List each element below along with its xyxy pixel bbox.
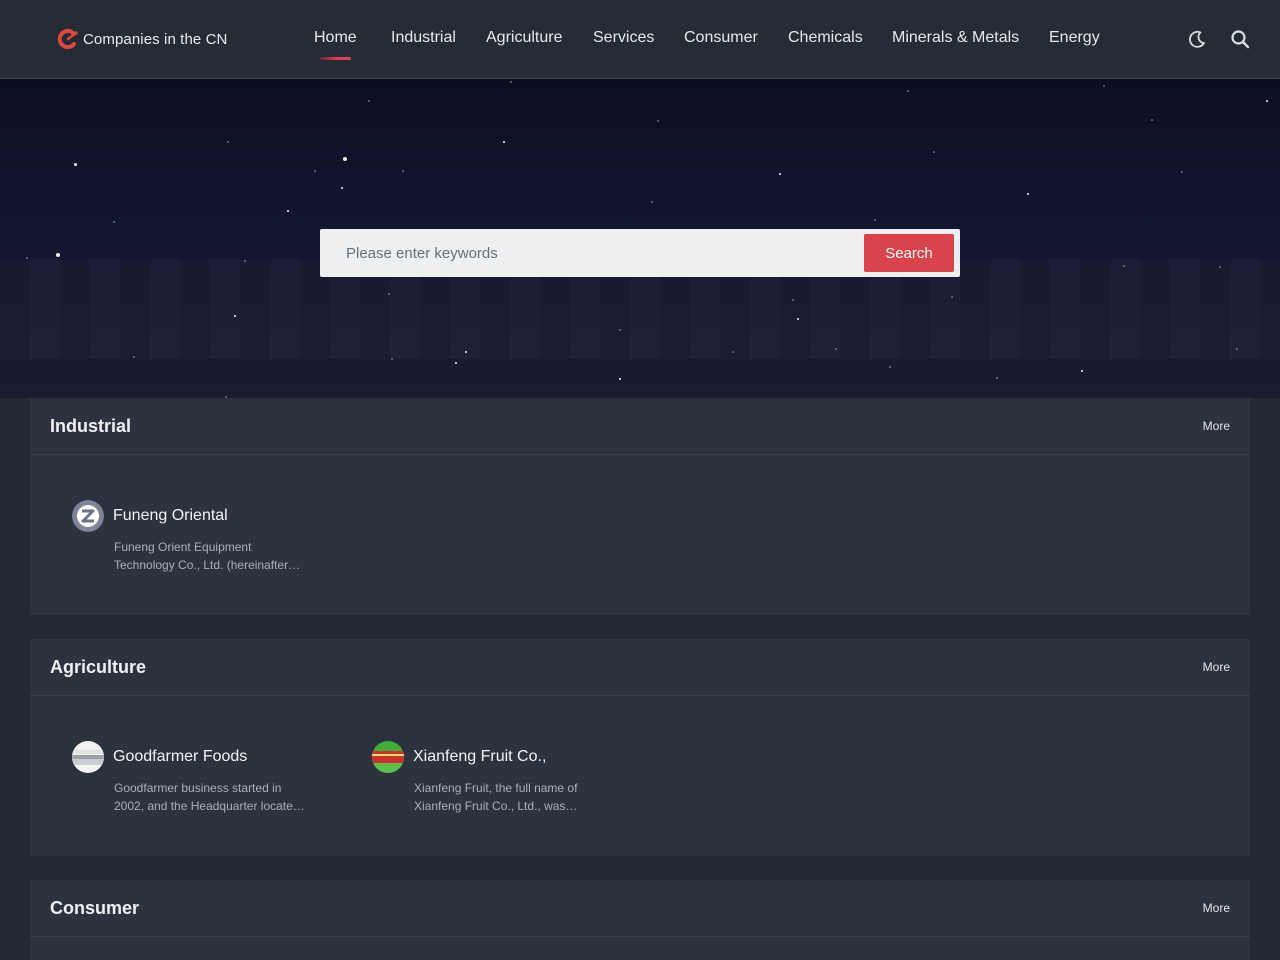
company-card-xianfeng[interactable]: Xianfeng Fruit Co., Xianfeng Fruit, the …: [372, 741, 632, 813]
star: [835, 348, 837, 350]
nav-item-industrial[interactable]: Industrial: [391, 29, 456, 47]
company-card-funeng[interactable]: Funeng Oriental Funeng Orient Equipment …: [72, 500, 332, 572]
star: [996, 377, 998, 379]
company-logo: [72, 500, 104, 532]
section-header: Agriculture More: [30, 639, 1250, 696]
star: [227, 141, 229, 143]
star: [340, 186, 344, 190]
star: [907, 90, 909, 92]
star: [1219, 266, 1221, 268]
moon-icon[interactable]: [1186, 28, 1208, 50]
xianfeng-logo-icon: [372, 741, 404, 773]
hero-banner: Search: [0, 79, 1280, 398]
star: [391, 358, 393, 360]
star: [314, 170, 316, 172]
section-consumer: Consumer More: [30, 880, 1250, 960]
nav-item-minerals-metals[interactable]: Minerals & Metals: [892, 29, 1019, 47]
section-title: Agriculture: [50, 657, 147, 677]
site-header: Companies in the CN Home Industrial Agri…: [0, 0, 1280, 79]
section-agriculture: Agriculture More Goodfarmer Foods Goodfa…: [30, 639, 1250, 856]
star: [26, 257, 28, 259]
more-link[interactable]: More: [1203, 660, 1230, 674]
company-description: Xianfeng Fruit, the full name of Xianfen…: [414, 781, 578, 813]
goodfarmer-logo-icon: [72, 741, 104, 773]
star: [732, 351, 734, 353]
star: [56, 253, 60, 257]
star: [402, 170, 404, 172]
company-name: Xianfeng Fruit Co.,: [413, 748, 547, 765]
star: [454, 361, 458, 365]
nav-item-services[interactable]: Services: [593, 29, 654, 47]
nav-item-energy[interactable]: Energy: [1049, 29, 1100, 47]
star: [368, 100, 370, 102]
section-title: Consumer: [50, 898, 140, 918]
section-industrial: Industrial More Funeng Oriental Funeng O…: [30, 398, 1250, 615]
star: [343, 157, 347, 161]
star: [874, 219, 876, 221]
star: [1265, 99, 1269, 103]
star: [619, 329, 621, 331]
star: [1026, 192, 1030, 196]
star: [286, 209, 290, 213]
star: [1123, 265, 1125, 267]
star: [133, 356, 135, 358]
company-logo: [372, 741, 404, 773]
company-card-goodfarmer[interactable]: Goodfarmer Foods Goodfarmer business sta…: [72, 741, 332, 813]
star: [1181, 171, 1183, 173]
star: [657, 120, 659, 122]
section-header: Industrial More: [30, 398, 1250, 455]
more-link[interactable]: More: [1203, 419, 1230, 433]
main-nav: Home Industrial Agriculture Services Con…: [0, 0, 1280, 79]
star: [933, 151, 935, 153]
star: [388, 293, 390, 295]
company-logo: [72, 741, 104, 773]
search-bar: Search: [320, 229, 960, 277]
section-title: Industrial: [50, 416, 132, 436]
company-name: Funeng Oriental: [113, 507, 228, 524]
star: [113, 221, 115, 223]
star: [1080, 369, 1084, 373]
star: [951, 296, 953, 298]
star: [244, 260, 246, 262]
funeng-logo-icon: [72, 500, 104, 532]
star: [792, 299, 794, 301]
search-icon[interactable]: [1229, 28, 1251, 50]
star: [778, 172, 782, 176]
company-name: Goodfarmer Foods: [113, 748, 248, 765]
star: [510, 81, 512, 83]
star: [502, 140, 506, 144]
section-header: Consumer More: [30, 880, 1250, 937]
search-button[interactable]: Search: [864, 234, 954, 272]
nav-item-agriculture[interactable]: Agriculture: [486, 29, 562, 47]
more-link[interactable]: More: [1203, 901, 1230, 915]
star: [618, 377, 622, 381]
search-input[interactable]: [320, 229, 860, 277]
nav-item-consumer[interactable]: Consumer: [684, 29, 758, 47]
star: [73, 162, 77, 166]
star: [889, 366, 891, 368]
nav-item-chemicals[interactable]: Chemicals: [788, 29, 863, 47]
star: [1103, 85, 1105, 87]
company-description: Goodfarmer business started in 2002, and…: [114, 781, 305, 813]
star: [1236, 348, 1238, 350]
star: [651, 201, 653, 203]
star: [1151, 119, 1153, 121]
company-description: Funeng Orient Equipment Technology Co., …: [114, 540, 301, 572]
nav-item-home[interactable]: Home: [314, 29, 357, 60]
